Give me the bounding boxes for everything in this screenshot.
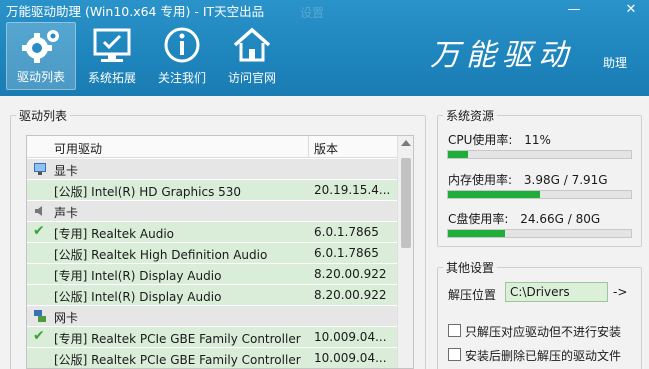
cpu-usage: CPU使用率: 11%	[448, 131, 551, 148]
driver-row[interactable]: [公版] Intel(R) Display Audio 8.20.00.922	[27, 285, 397, 306]
cpu-progress-fill	[448, 151, 469, 158]
driver-row[interactable]: [公版] Realtek PCIe GBE Family Controller 1…	[27, 348, 397, 368]
other-settings-title: 其他设置	[446, 261, 495, 275]
driver-version: 6.0.1.7865	[314, 225, 379, 239]
toolbar-label: 关注我们	[157, 71, 206, 85]
list-rows: 显卡 [公版] Intel(R) HD Graphics 530 20.19.15.…	[27, 159, 397, 368]
memory-value: 3.98G / 7.91G	[523, 173, 608, 187]
cpu-value: 11%	[524, 133, 551, 147]
toolbar-system-extend[interactable]: 系统拓展	[77, 22, 147, 90]
category-row[interactable]: 声卡	[27, 201, 397, 222]
extract-only-label[interactable]: 只解压对应驱动但不进行安装	[465, 323, 621, 340]
driver-row[interactable]: ✔ [专用] Realtek PCIe GBE Family Controller…	[27, 327, 397, 348]
delete-after-install-label[interactable]: 安装后删除已解压的驱动文件	[465, 347, 621, 364]
gear-icon	[22, 30, 59, 63]
category-label: 声卡	[54, 206, 79, 220]
column-divider[interactable]	[308, 136, 309, 158]
driver-name: [公版] Intel(R) Display Audio	[54, 290, 222, 304]
app-logo-subtitle: 助理	[603, 56, 628, 70]
scroll-thumb[interactable]	[401, 158, 411, 248]
cpu-label: CPU使用率:	[448, 133, 513, 147]
disk-label: C盘使用率:	[448, 212, 509, 226]
driver-list[interactable]: 可用驱动 版本 显卡 [公版] Intel(R) HD Graphics 530 2…	[26, 135, 414, 369]
extract-path-input[interactable]: C:\Drivers	[505, 282, 608, 302]
category-label: 网卡	[54, 311, 79, 325]
network-icon	[33, 309, 47, 323]
list-header: 可用驱动 版本	[27, 136, 397, 158]
info-icon	[164, 27, 200, 63]
driver-version: 8.20.00.922	[314, 267, 387, 281]
toolbar-follow-us[interactable]: 关注我们	[147, 22, 217, 90]
disk-progress-bar	[447, 229, 632, 238]
minimize-button[interactable]: —	[560, 0, 588, 20]
driver-row[interactable]: [公版] Realtek High Definition Audio 6.0.1.…	[27, 243, 397, 264]
toolbar-label: 驱动列表	[16, 70, 65, 84]
browse-path-button[interactable]: ->	[613, 285, 627, 299]
close-button[interactable]: ✕	[617, 0, 645, 20]
category-row[interactable]: 显卡	[27, 159, 397, 180]
driver-name: [专用] Realtek Audio	[54, 227, 175, 241]
scroll-up-icon[interactable]	[401, 140, 411, 146]
driver-name: [公版] Realtek PCIe GBE Family Controller	[54, 353, 301, 367]
toolbar-label: 系统拓展	[87, 71, 136, 85]
app-logo: 万能驱动	[430, 38, 574, 73]
driver-version: 6.0.1.7865	[314, 246, 379, 260]
driver-version: 10.009.04...	[314, 330, 387, 344]
memory-label: 内存使用率:	[448, 173, 513, 187]
driver-list-title: 驱动列表	[19, 109, 68, 123]
category-label: 显卡	[54, 164, 79, 178]
memory-progress-fill	[448, 191, 540, 198]
title-bar: 万能驱动助理 (Win10.x64 专用) - IT天空出品 设置 — ✕ 驱动…	[0, 0, 649, 96]
disk-usage: C盘使用率: 24.66G / 80G	[448, 210, 600, 227]
home-icon	[233, 27, 271, 62]
monitor-icon	[93, 28, 131, 62]
cpu-progress-bar	[447, 150, 632, 159]
ghost-settings-text: 设置	[300, 6, 325, 20]
driver-name: [专用] Realtek PCIe GBE Family Controller	[54, 332, 301, 346]
memory-usage: 内存使用率: 3.98G / 7.91G	[448, 171, 608, 188]
driver-row[interactable]: [专用] Intel(R) Display Audio 8.20.00.922	[27, 264, 397, 285]
checkmark-icon[interactable]: ✔	[33, 223, 45, 239]
driver-name: [专用] Intel(R) Display Audio	[54, 269, 222, 283]
driver-version: 10.009.04...	[314, 351, 387, 365]
category-row[interactable]: 网卡	[27, 306, 397, 327]
delete-after-install-checkbox[interactable]	[448, 348, 461, 361]
speaker-icon	[33, 204, 47, 218]
driver-version: 20.19.15.4...	[314, 183, 391, 197]
window-title: 万能驱动助理 (Win10.x64 专用) - IT天空出品	[6, 4, 265, 19]
system-resources-title: 系统资源	[446, 109, 495, 123]
driver-row[interactable]: ✔ [专用] Realtek Audio 6.0.1.7865	[27, 222, 397, 243]
toolbar-driver-list[interactable]: 驱动列表	[6, 22, 76, 90]
driver-name: [公版] Realtek High Definition Audio	[54, 248, 268, 262]
extract-only-checkbox[interactable]	[448, 324, 461, 337]
scrollbar[interactable]	[397, 136, 413, 368]
toolbar-visit-website[interactable]: 访问官网	[217, 22, 287, 90]
driver-row[interactable]: [公版] Intel(R) HD Graphics 530 20.19.15.4.…	[27, 180, 397, 201]
extract-location-label: 解压位置	[448, 288, 497, 302]
driver-name: [公版] Intel(R) HD Graphics 530	[54, 185, 242, 199]
disk-value: 24.66G / 80G	[520, 212, 601, 226]
memory-progress-bar	[447, 190, 632, 199]
display-icon	[33, 162, 47, 176]
driver-version: 8.20.00.922	[314, 288, 387, 302]
checkmark-icon[interactable]: ✔	[33, 328, 45, 344]
toolbar-label: 访问官网	[227, 71, 276, 85]
column-header-name[interactable]: 可用驱动	[54, 140, 102, 157]
disk-progress-fill	[448, 230, 505, 237]
column-header-version[interactable]: 版本	[314, 140, 338, 157]
